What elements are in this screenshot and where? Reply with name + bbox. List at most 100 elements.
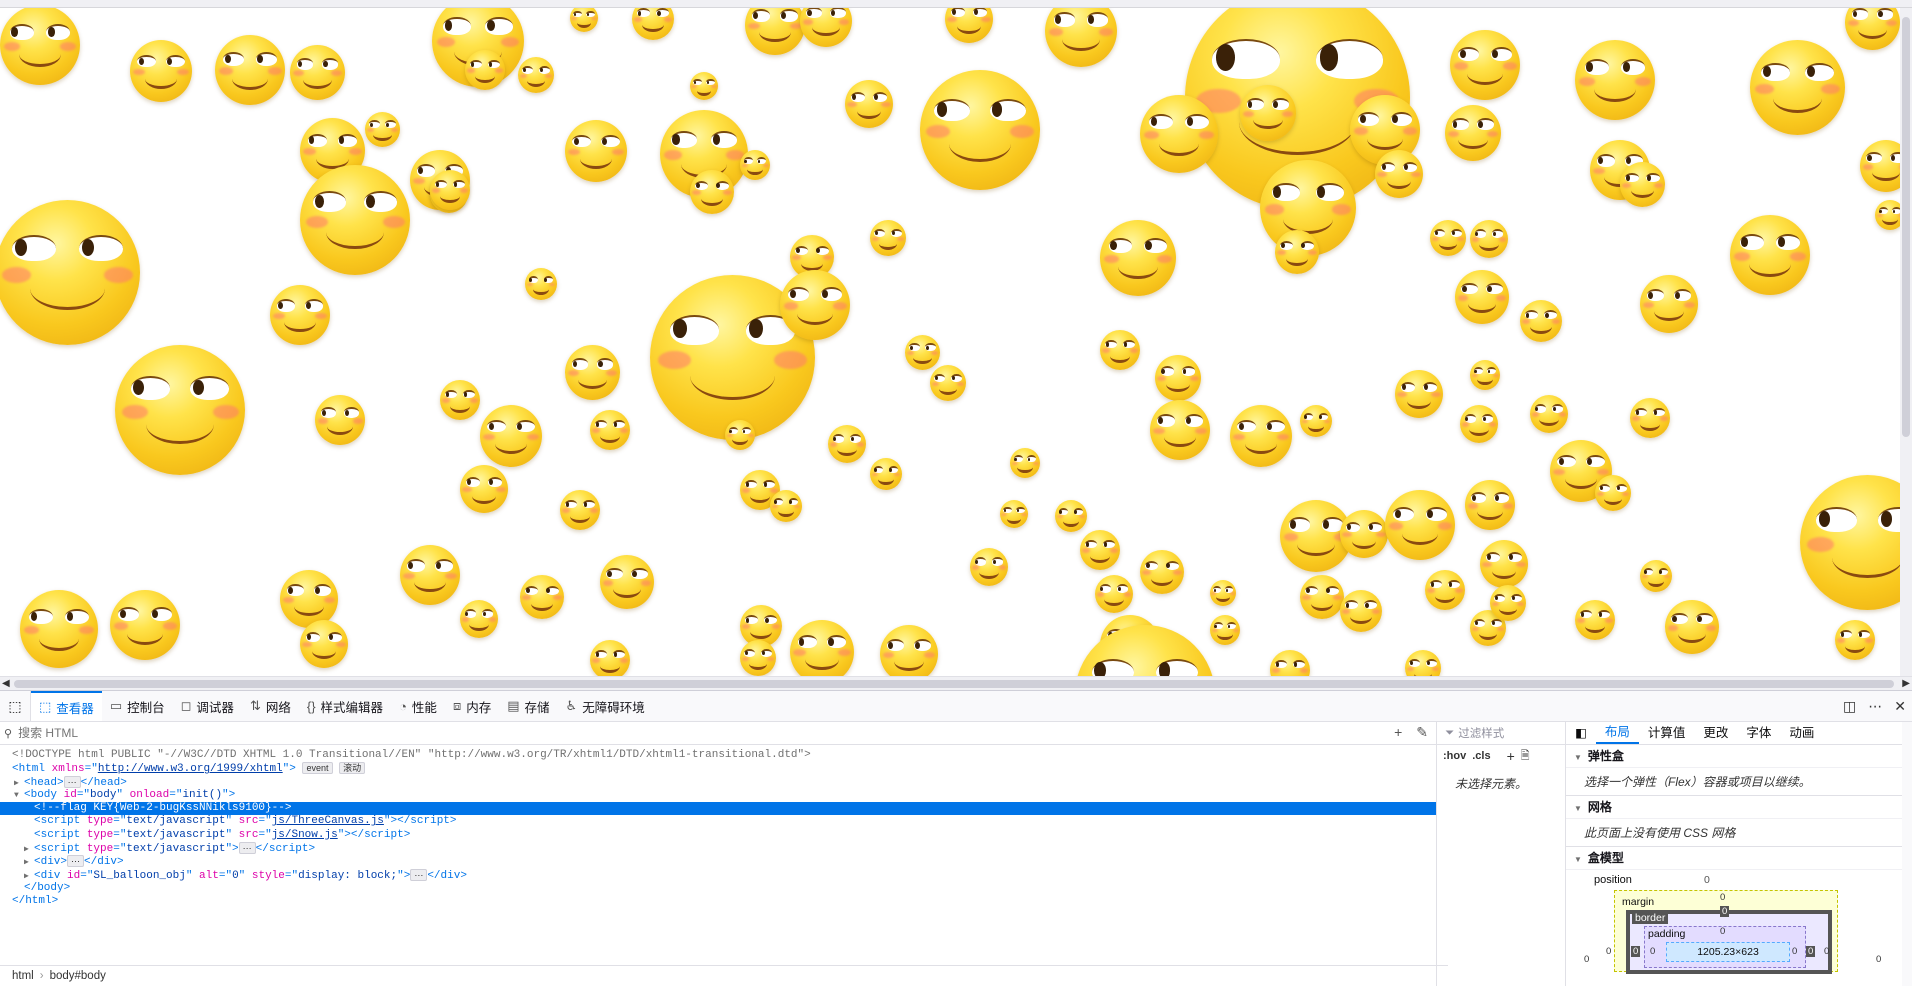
- scrollbar-thumb[interactable]: [14, 680, 1894, 688]
- position-left-value[interactable]: 0: [1584, 954, 1589, 965]
- tab-storage[interactable]: ▤ 存储: [499, 691, 557, 721]
- expand-triangle-icon[interactable]: ▶: [24, 870, 34, 883]
- event-badge[interactable]: event: [302, 762, 333, 775]
- padding-right-value[interactable]: 0: [1792, 946, 1797, 957]
- close-devtools-icon[interactable]: ✕: [1894, 698, 1906, 715]
- filter-styles-field[interactable]: ⏷ 过滤样式: [1437, 722, 1565, 745]
- border-top-value[interactable]: 0: [1720, 906, 1730, 917]
- div-node[interactable]: ▶ <div> ⋯ </div>: [0, 855, 1436, 868]
- tab-changes[interactable]: 更改: [1694, 722, 1737, 744]
- script-src-link[interactable]: js/ThreeCanvas.js: [272, 815, 384, 827]
- tab-animations[interactable]: 动画: [1780, 722, 1823, 744]
- breadcrumb-item-html[interactable]: html: [12, 970, 34, 982]
- body-node[interactable]: ▼ <body id="body" onload="init()">: [0, 789, 1436, 802]
- doctype-node[interactable]: <!DOCTYPE html PUBLIC "-//W3C//DTD XHTML…: [0, 749, 1436, 762]
- cheek-shape: [1276, 433, 1289, 441]
- position-value[interactable]: 0: [1704, 874, 1710, 886]
- print-media-icon[interactable]: 🗎: [1521, 747, 1530, 766]
- mouth-shape: [1104, 592, 1124, 607]
- script-src-link[interactable]: js/Snow.js: [272, 829, 338, 841]
- mouth-shape: [1089, 548, 1111, 563]
- padding-top-value[interactable]: 0: [1720, 926, 1725, 937]
- emoji-sprite: [0, 5, 80, 85]
- xmlns-value[interactable]: http://www.w3.org/1999/xhtml: [98, 763, 283, 775]
- html-node[interactable]: <html xmlns="http://www.w3.org/1999/xhtm…: [0, 762, 1436, 775]
- more-options-icon[interactable]: ⋯: [1868, 698, 1882, 715]
- sidebar-scrollbar[interactable]: [1902, 722, 1912, 986]
- collapsed-ellipsis[interactable]: ⋯: [63, 775, 81, 788]
- hov-toggle[interactable]: :hov: [1443, 750, 1466, 762]
- page-horizontal-scrollbar[interactable]: ◀ ▶: [0, 676, 1912, 691]
- breadcrumb-item-body[interactable]: body#body: [50, 970, 106, 982]
- scroll-right-arrow-icon[interactable]: ▶: [1902, 677, 1910, 691]
- margin-left-value[interactable]: 0: [1606, 946, 1611, 957]
- border-left-value[interactable]: 0: [1631, 946, 1641, 957]
- tab-performance[interactable]: ◔ 性能: [391, 691, 445, 721]
- dock-side-icon[interactable]: ◫: [1843, 698, 1856, 715]
- script-node[interactable]: <script type="text/javascript" src="js/S…: [0, 829, 1436, 842]
- boxmodel-section-header[interactable]: ▼ 盒模型: [1566, 847, 1912, 870]
- tab-memory[interactable]: ⧈ 内存: [445, 691, 499, 721]
- add-rule-icon[interactable]: +: [1507, 748, 1515, 764]
- tab-console[interactable]: ▭ 控制台: [102, 691, 173, 721]
- balloon-div-node[interactable]: ▶ <div id="SL_balloon_obj" alt="0" style=…: [0, 868, 1436, 883]
- comment-node-selected[interactable]: <!--flag KEY{Web-2-bugKssNNikls9100}-->: [0, 802, 1436, 816]
- mouth-shape: [284, 313, 316, 333]
- mouth-shape: [1477, 503, 1503, 520]
- expand-triangle-icon[interactable]: ▶: [14, 777, 24, 790]
- element-picker-icon[interactable]: ⬚: [0, 691, 31, 721]
- tab-style-editor[interactable]: {} 样式编辑器: [299, 691, 391, 721]
- script-node[interactable]: ▶ <script type="text/javascript"> ⋯ </scrip…: [0, 842, 1436, 855]
- collapsed-ellipsis[interactable]: ⋯: [67, 855, 85, 868]
- eyedropper-icon[interactable]: ✎: [1416, 724, 1428, 741]
- margin-right-value[interactable]: 0: [1824, 946, 1829, 957]
- border-right-value[interactable]: 0: [1806, 946, 1816, 957]
- tab-fonts[interactable]: 字体: [1737, 722, 1780, 744]
- mouth-shape: [689, 351, 776, 401]
- page-vertical-scrollbar[interactable]: [1900, 7, 1912, 676]
- eye-shape: [850, 434, 862, 443]
- emoji-sprite: [880, 625, 938, 676]
- search-icon: ⚲: [4, 727, 13, 740]
- scroll-left-arrow-icon[interactable]: ◀: [2, 677, 10, 691]
- collapsed-ellipsis[interactable]: ⋯: [410, 868, 428, 881]
- tab-layout[interactable]: 布局: [1595, 722, 1639, 744]
- tab-computed[interactable]: 计算值: [1639, 722, 1695, 744]
- eye-shape: [1544, 310, 1557, 320]
- emoji-sprite: [20, 590, 98, 668]
- search-html-input[interactable]: [16, 725, 621, 741]
- cls-toggle[interactable]: .cls: [1472, 750, 1490, 762]
- emoji-sprite: [465, 50, 505, 90]
- position-right-value[interactable]: 0: [1876, 954, 1881, 965]
- cheek-shape: [1502, 62, 1517, 70]
- cheek-shape: [562, 508, 570, 513]
- script-node[interactable]: <script type="text/javascript" src="js/T…: [0, 815, 1436, 828]
- tab-debugger[interactable]: ◻ 调试器: [173, 691, 242, 721]
- expand-triangle-icon[interactable]: ▶: [24, 843, 34, 856]
- eye-shape: [1646, 288, 1665, 301]
- eye-shape: [1165, 560, 1179, 571]
- padding-left-value[interactable]: 0: [1650, 946, 1655, 957]
- box-model-content-size[interactable]: 1205.23×623: [1666, 942, 1790, 962]
- scroll-badge[interactable]: 滚动: [339, 762, 366, 775]
- grid-section-header[interactable]: ▼ 网格: [1566, 796, 1912, 819]
- tab-accessibility[interactable]: ♿ 无障碍环境: [558, 691, 653, 721]
- expand-triangle-icon[interactable]: ▶: [24, 856, 34, 869]
- collapse-triangle-icon[interactable]: ▼: [14, 789, 24, 802]
- tab-inspector[interactable]: ⬚ 查看器: [31, 691, 102, 721]
- head-node[interactable]: ▶ <head> ⋯ </head>: [0, 775, 1436, 790]
- scrollbar-thumb[interactable]: [1902, 17, 1910, 437]
- flexbox-section-header[interactable]: ▼ 弹性盒: [1566, 745, 1912, 768]
- margin-top-value[interactable]: 0: [1720, 892, 1725, 903]
- add-node-icon[interactable]: +: [1394, 724, 1402, 741]
- collapsed-ellipsis[interactable]: ⋯: [238, 842, 256, 855]
- tab-network[interactable]: ⇅ 网络: [242, 691, 299, 721]
- eye-shape: [1646, 172, 1660, 183]
- mouth-shape: [146, 405, 214, 445]
- emoji-sprite: [780, 270, 850, 340]
- cheek-shape: [519, 73, 527, 78]
- cheek-shape: [1110, 548, 1118, 553]
- toggle-sidebar-icon[interactable]: ◧: [1566, 722, 1596, 744]
- emoji-sprite: [1470, 220, 1508, 258]
- cheek-shape: [741, 656, 749, 661]
